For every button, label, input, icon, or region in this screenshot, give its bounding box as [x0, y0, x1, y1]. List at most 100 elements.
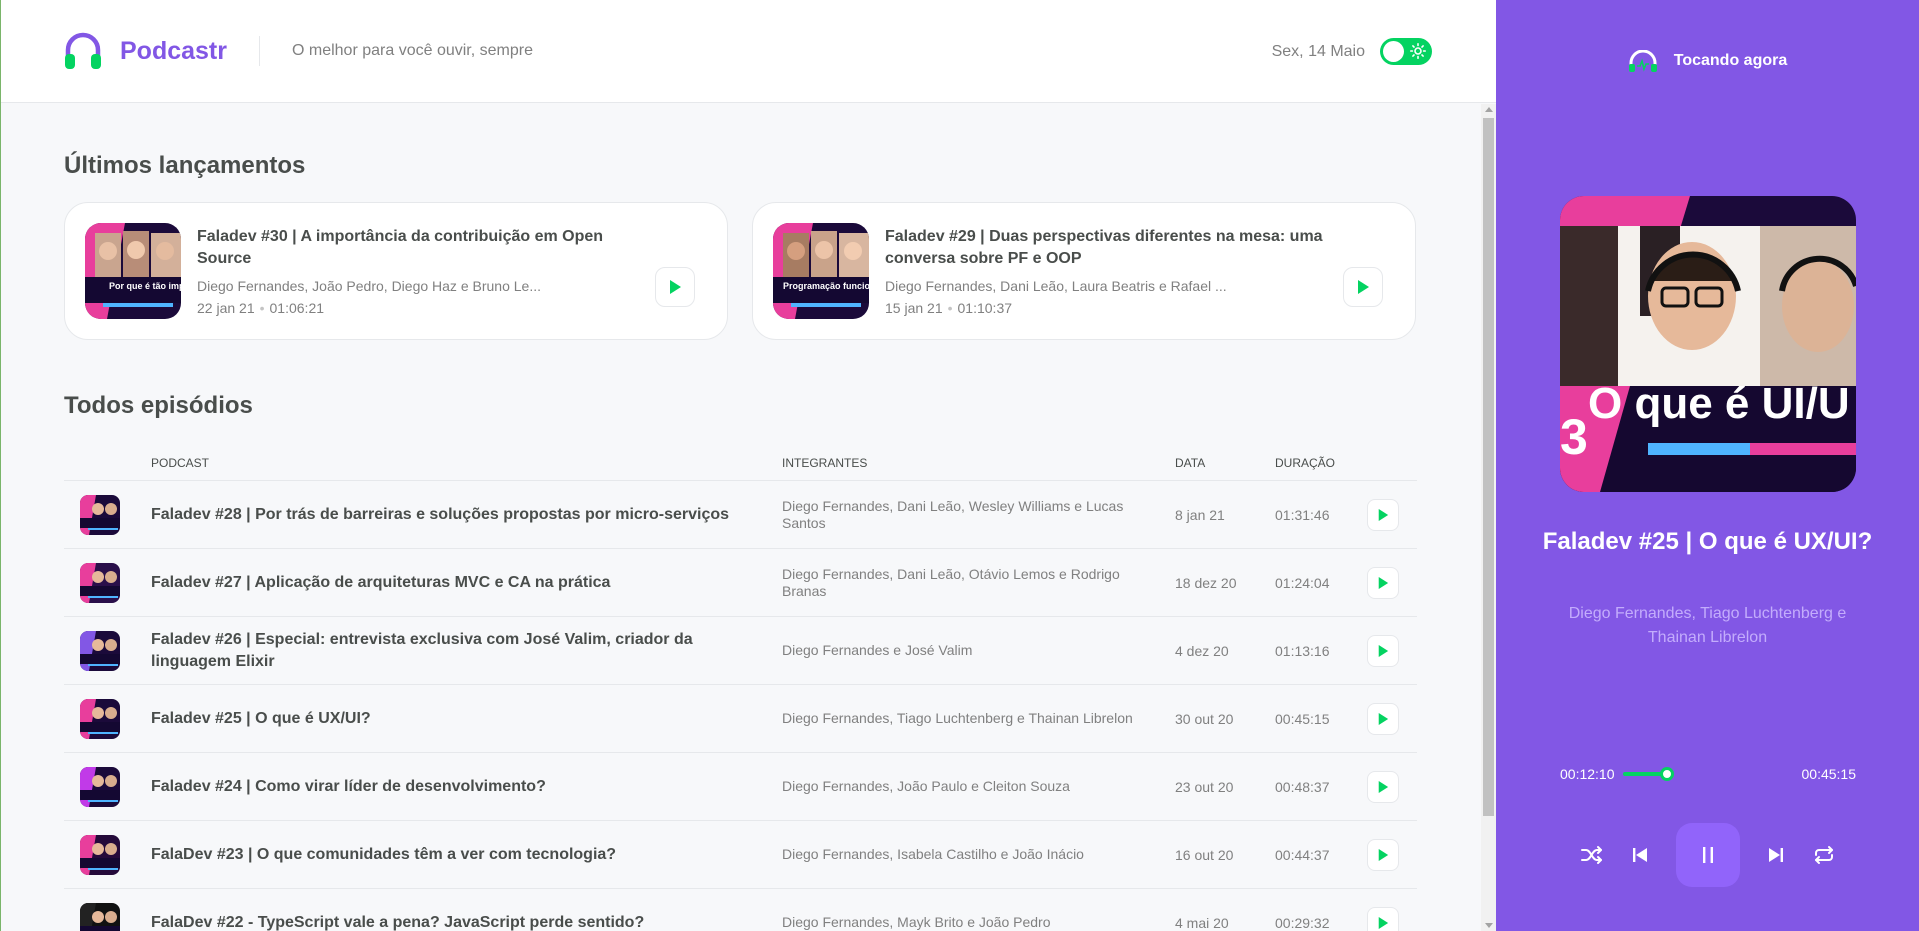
episode-thumbnail[interactable]	[80, 834, 120, 875]
episode-duration: 01:06:21	[269, 300, 325, 316]
latest-card: Por que é tão imp contribuir em Open S F…	[64, 202, 728, 340]
latest-details: Faladev #30 | A importância da contribui…	[197, 226, 637, 316]
play-episode-button[interactable]	[1367, 498, 1399, 531]
episode-meta: 15 jan 21 • 01:10:37	[885, 300, 1325, 316]
meta-separator: •	[947, 300, 953, 316]
scroll-up-arrow-icon[interactable]	[1485, 107, 1493, 112]
episode-title-link[interactable]: Faladev #24 | Como virar líder de desenv…	[151, 776, 782, 798]
episode-title-link[interactable]: Faladev #25 | O que é UX/UI?	[151, 708, 782, 730]
main-area: Podcastr O melhor para você ouvir, sempr…	[0, 0, 1496, 931]
episode-duration: 01:13:16	[1275, 642, 1330, 659]
scrollbar-thumb[interactable]	[1483, 118, 1494, 816]
player-controls	[1496, 823, 1919, 887]
skip-previous-icon	[1632, 848, 1647, 862]
row-thumb-cell	[64, 902, 151, 931]
episode-date: 22 jan 21	[197, 300, 255, 316]
play-episode-button[interactable]	[1367, 702, 1399, 735]
headphones-icon	[65, 32, 101, 69]
episode-thumbnail[interactable]	[80, 698, 120, 739]
latest-card: Programação funcion devs orientados a o …	[752, 202, 1416, 340]
episode-date: 18 dez 20	[1175, 574, 1237, 591]
episode-members: Diego Fernandes e José Valim	[782, 642, 973, 658]
episode-duration: 00:44:37	[1275, 846, 1330, 863]
progress-handle[interactable]	[1659, 767, 1674, 781]
play-episode-button[interactable]	[1367, 906, 1399, 931]
episode-date: 15 jan 21	[885, 300, 943, 316]
header-duration: Duração	[1275, 456, 1336, 470]
episode-cover-art	[80, 766, 120, 807]
shuffle-button[interactable]	[1580, 843, 1604, 867]
row-action-cell	[1367, 906, 1399, 931]
header-members: Integrantes	[782, 456, 868, 470]
next-button[interactable]	[1764, 843, 1788, 867]
episode-title-link[interactable]: FalaDev #23 | O que comunidades têm a ve…	[151, 844, 782, 866]
scroll-down-arrow-icon[interactable]	[1485, 923, 1493, 928]
repeat-button[interactable]	[1812, 843, 1836, 867]
episode-thumbnail[interactable]	[80, 630, 120, 671]
header-right: Sex, 14 Maio	[1272, 0, 1432, 103]
play-icon	[1378, 644, 1389, 657]
row-action-cell	[1367, 566, 1399, 599]
episode-thumbnail[interactable]	[80, 562, 120, 603]
play-episode-button[interactable]	[655, 267, 695, 307]
episode-title-link[interactable]: Faladev #30 | A importância da contribui…	[197, 228, 603, 267]
episode-thumbnail[interactable]	[80, 902, 120, 931]
play-episode-button[interactable]	[1367, 634, 1399, 667]
episode-title-link[interactable]: Faladev #29 | Duas perspectivas diferent…	[885, 228, 1323, 267]
header-divider	[258, 36, 260, 66]
play-icon	[1378, 780, 1389, 793]
episode-members: Diego Fernandes, Dani Leão, Wesley Willi…	[782, 497, 1124, 531]
episode-members: Diego Fernandes, Dani Leão, Otávio Lemos…	[782, 565, 1120, 599]
episodes-table: Podcast Integrantes Data Duração Faladev…	[64, 450, 1417, 931]
player-header: Tocando agora	[1496, 50, 1919, 72]
episode-cover-art: Por que é tão imp contribuir em Open S	[85, 223, 181, 319]
shuffle-icon	[1580, 846, 1602, 864]
player-episode-title: Faladev #25 | O que é UX/UI?	[1542, 528, 1873, 555]
progress-bar: 00:12:10 00:45:15	[1560, 766, 1856, 782]
episode-date: 23 out 20	[1175, 778, 1234, 795]
episode-title-link[interactable]: Faladev #26 | Especial: entrevista exclu…	[151, 629, 782, 673]
theme-toggle[interactable]	[1380, 38, 1432, 65]
play-icon	[1378, 916, 1389, 929]
skip-next-icon	[1768, 848, 1783, 862]
play-episode-button[interactable]	[1343, 267, 1383, 307]
play-icon	[670, 280, 681, 294]
episode-cover-art	[80, 562, 120, 603]
thumb-caption: Programação funcion devs orientados a o	[783, 281, 869, 291]
episode-date: 30 out 20	[1175, 710, 1234, 727]
episode-title-link[interactable]: FalaDev #22 - TypeScript vale a pena? Ja…	[151, 912, 782, 931]
playing-now-label: Tocando agora	[1673, 52, 1788, 69]
play-icon	[1378, 712, 1389, 725]
play-icon	[1378, 508, 1389, 521]
episode-thumbnail[interactable]: Programação funcion devs orientados a o	[773, 223, 869, 319]
table-row: Faladev #27 | Aplicação de arquiteturas …	[64, 549, 1417, 617]
player-cover: O que é UI/U 3	[1560, 196, 1856, 492]
logo[interactable]: Podcastr	[64, 31, 227, 71]
latest-list: Por que é tão imp contribuir em Open S F…	[64, 202, 1417, 340]
progress-slider[interactable]	[1622, 767, 1788, 781]
scrollbar[interactable]	[1481, 104, 1496, 931]
total-time: 00:45:15	[1801, 766, 1857, 782]
episode-thumbnail[interactable]	[80, 494, 120, 535]
header-podcast: Podcast	[151, 456, 210, 470]
table-body: Faladev #28 | Por trás de barreiras e so…	[64, 481, 1417, 931]
table-row: FalaDev #22 - TypeScript vale a pena? Ja…	[64, 889, 1417, 931]
home-content: Últimos lançamentos Por que é tão im Fal…	[1, 104, 1482, 931]
play-episode-button[interactable]	[1367, 770, 1399, 803]
episode-thumbnail[interactable]	[80, 766, 120, 807]
episode-title-link[interactable]: Faladev #28 | Por trás de barreiras e so…	[151, 504, 782, 526]
pause-button[interactable]	[1675, 823, 1740, 887]
play-episode-button[interactable]	[1367, 566, 1399, 599]
play-episode-button[interactable]	[1367, 838, 1399, 871]
previous-button[interactable]	[1628, 843, 1652, 867]
table-row: FalaDev #23 | O que comunidades têm a ve…	[64, 821, 1417, 889]
header: Podcastr O melhor para você ouvir, sempr…	[1, 0, 1496, 103]
row-thumb-cell	[64, 698, 151, 739]
episode-title-link[interactable]: Faladev #27 | Aplicação de arquiteturas …	[151, 572, 782, 594]
thumb-caption: Por que é tão imp contribuir em Open S	[109, 281, 181, 291]
episode-date: 4 dez 20	[1175, 642, 1229, 659]
row-action-cell	[1367, 702, 1399, 735]
episode-thumbnail[interactable]: Por que é tão imp contribuir em Open S	[85, 223, 181, 319]
cover-caption: O que é UI/U	[1588, 379, 1850, 428]
cover-number: 3	[1560, 409, 1588, 465]
